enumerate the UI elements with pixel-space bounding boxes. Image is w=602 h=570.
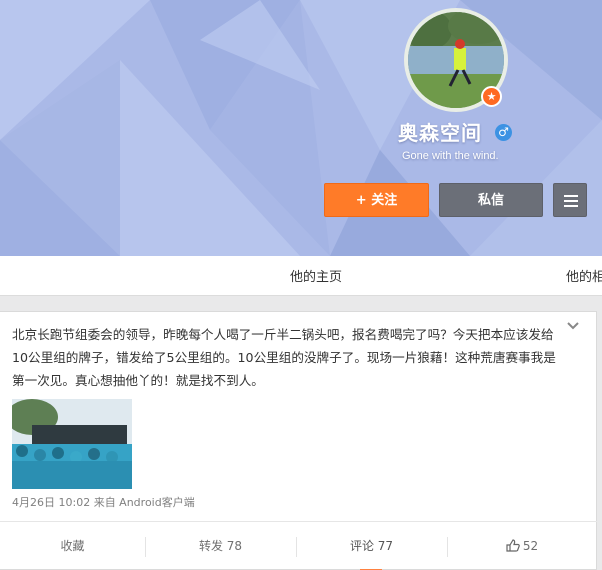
comment-button[interactable]: 评论 77 bbox=[296, 522, 447, 570]
tab-albums[interactable]: 他的相 bbox=[566, 266, 602, 285]
tab-home[interactable]: 他的主页 bbox=[290, 266, 342, 285]
post-meta: 4月26日 10:02 来自 Android客户端 bbox=[12, 496, 195, 509]
male-icon: ♂ bbox=[495, 124, 512, 141]
verified-star-icon: ★ bbox=[481, 86, 502, 107]
like-count: 52 bbox=[522, 539, 539, 553]
more-menu-button[interactable] bbox=[553, 183, 587, 217]
menu-icon bbox=[564, 195, 578, 210]
profile-banner: ★ 奥森空间 ♂ Gone with the wind. + 关注 私信 bbox=[0, 0, 602, 256]
post-photo bbox=[12, 399, 132, 489]
like-button[interactable]: 52 bbox=[447, 522, 597, 570]
favorite-button[interactable]: 收藏 bbox=[0, 522, 145, 570]
message-button[interactable]: 私信 bbox=[439, 183, 543, 217]
profile-bio: Gone with the wind. bbox=[402, 150, 499, 162]
profile-tabs: 他的主页 他的相 bbox=[0, 256, 602, 296]
post-image[interactable] bbox=[12, 399, 132, 489]
post-text: 北京长跑节组委会的领导，昨晚每个人喝了一斤半二锅头吧，报名费喝完了吗？今天把本应… bbox=[12, 327, 556, 388]
post-card: 北京长跑节组委会的领导，昨晚每个人喝了一斤半二锅头吧，报名费喝完了吗？今天把本应… bbox=[0, 311, 597, 570]
repost-button[interactable]: 转发 78 bbox=[145, 522, 296, 570]
follow-button[interactable]: + 关注 bbox=[324, 183, 429, 217]
chevron-down-icon[interactable] bbox=[566, 320, 580, 334]
post-actions: 收藏 转发 78 评论 77 52 bbox=[0, 521, 597, 570]
thumbs-up-icon bbox=[506, 539, 520, 552]
